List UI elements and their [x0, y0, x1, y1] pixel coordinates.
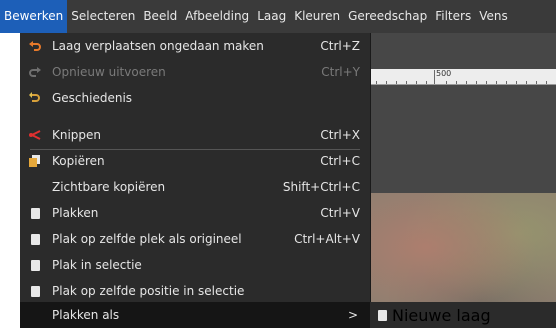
menu-item-paste-into-selection[interactable]: Plak in selectie [20, 252, 370, 278]
menu-item-label: Plakken als [52, 308, 120, 322]
menu-item-shortcut: Ctrl+Z [320, 39, 360, 53]
menu-item-label: Zichtbare kopiëren [52, 180, 166, 194]
menu-item-undo[interactable]: Laag verplaatsen ongedaan maken Ctrl+Z [20, 33, 370, 59]
history-icon [28, 91, 42, 105]
submenu-item-new-layer[interactable]: Nieuwe laag [370, 302, 556, 328]
horizontal-ruler[interactable]: 500 [370, 69, 556, 85]
menubar: Bewerken Selecteren Beeld Afbeelding Laa… [0, 0, 556, 33]
menu-item-shortcut: Ctrl+X [320, 128, 360, 142]
menu-item-label: Plakken [52, 206, 99, 220]
ruler-label: 500 [436, 69, 452, 78]
paste-icon [28, 258, 42, 272]
undo-icon [28, 39, 42, 53]
menu-item-label: Opnieuw uitvoeren [52, 65, 166, 79]
menu-item-label: Plak in selectie [52, 258, 142, 272]
menu-afbeelding[interactable]: Afbeelding [181, 0, 253, 33]
menu-item-copy[interactable]: Kopiëren Ctrl+C [20, 148, 370, 174]
menu-item-label: Geschiedenis [52, 91, 133, 105]
menu-laag[interactable]: Laag [253, 0, 290, 33]
menu-item-cut[interactable]: Knippen Ctrl+X [20, 122, 370, 148]
menu-item-shortcut: Ctrl+Alt+V [294, 232, 360, 246]
menu-gereedschap[interactable]: Gereedschap [344, 0, 431, 33]
menu-bewerken[interactable]: Bewerken [0, 0, 68, 33]
paste-icon [28, 284, 42, 298]
menu-item-paste[interactable]: Plakken Ctrl+V [20, 200, 370, 226]
menu-item-shortcut: Shift+Ctrl+C [282, 180, 360, 194]
menu-item-label: Plak op zelfde plek als origineel [52, 232, 242, 246]
menu-item-redo[interactable]: Opnieuw uitvoeren Ctrl+Y [20, 59, 370, 85]
menu-kleuren[interactable]: Kleuren [290, 0, 344, 33]
menu-beeld[interactable]: Beeld [139, 0, 181, 33]
menu-item-paste-as[interactable]: Plakken als > [20, 302, 370, 328]
menu-selecteren[interactable]: Selecteren [67, 0, 139, 33]
menu-item-paste-in-place[interactable]: Plak op zelfde plek als origineel Ctrl+A… [20, 226, 370, 252]
menu-item-label: Plak op zelfde positie in selectie [52, 284, 245, 298]
menu-item-label: Laag verplaatsen ongedaan maken [52, 39, 264, 53]
menu-vensters[interactable]: Vens [475, 0, 512, 33]
edit-menu: Laag verplaatsen ongedaan maken Ctrl+Z O… [20, 33, 371, 328]
new-layer-icon [375, 308, 389, 322]
redo-icon [28, 65, 42, 79]
copy-icon [28, 154, 42, 168]
menu-item-label: Kopiëren [52, 154, 105, 168]
menu-item-paste-in-place-selection[interactable]: Plak op zelfde positie in selectie [20, 278, 370, 304]
menu-filters[interactable]: Filters [431, 0, 475, 33]
menu-item-label: Knippen [52, 128, 102, 142]
menu-item-shortcut: Ctrl+V [320, 206, 360, 220]
menu-item-copy-visible[interactable]: Zichtbare kopiëren Shift+Ctrl+C [20, 174, 370, 200]
menu-item-history[interactable]: Geschiedenis [20, 85, 370, 111]
submenu-item-label: Nieuwe laag [392, 305, 491, 325]
paste-icon [28, 232, 42, 246]
paste-icon [28, 206, 42, 220]
scissors-icon [28, 128, 42, 142]
menu-item-shortcut: Ctrl+Y [321, 65, 360, 79]
menu-item-shortcut: Ctrl+C [320, 154, 360, 168]
submenu-arrow-icon: > [347, 308, 358, 322]
